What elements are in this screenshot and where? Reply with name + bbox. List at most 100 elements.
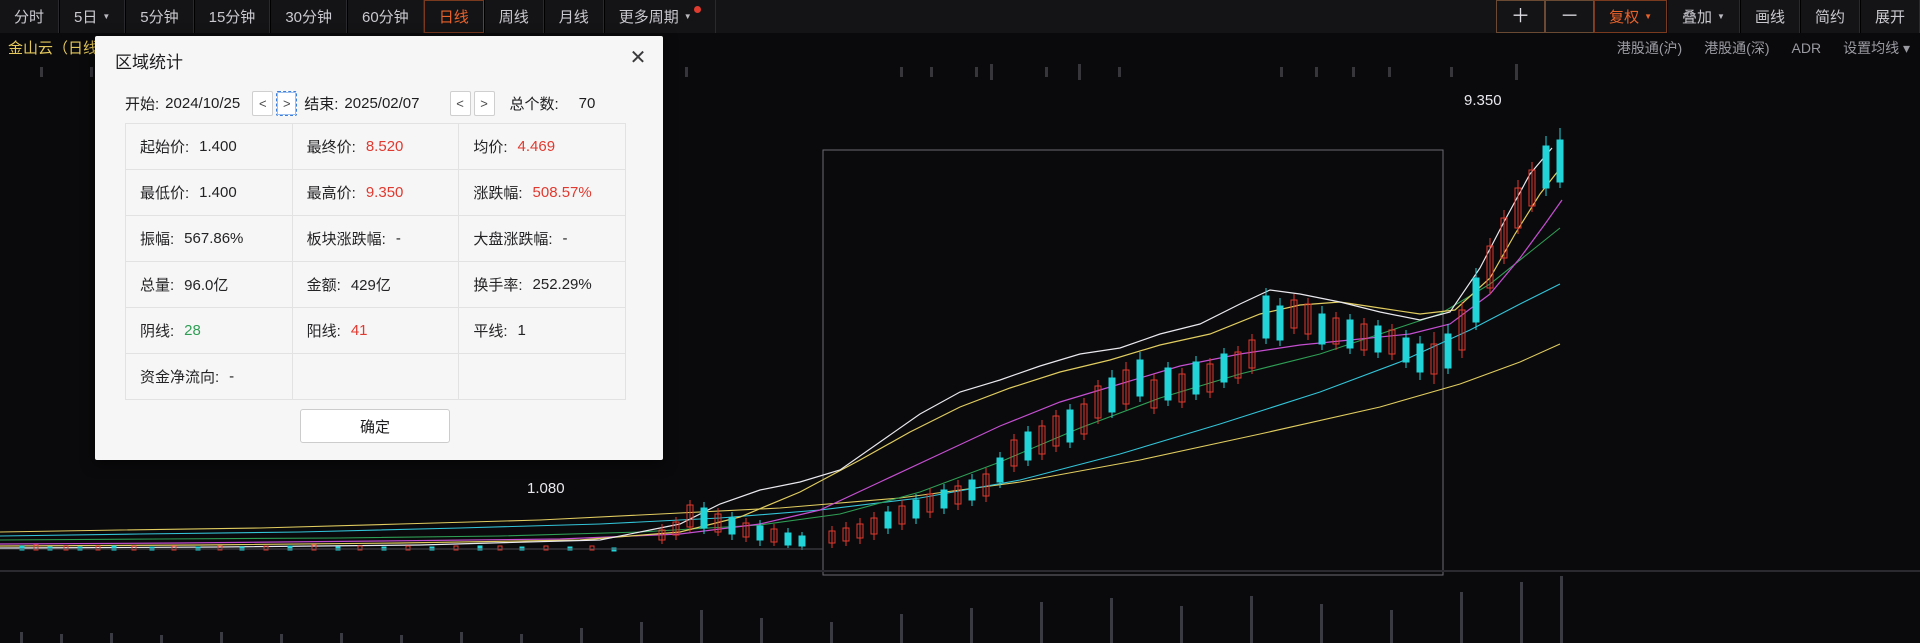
stat-value: 1: [517, 322, 526, 339]
stat-cell-5-0: 资金净流向: -: [126, 354, 293, 399]
stat-cell-5-2: [459, 354, 627, 399]
stat-key: 资金净流向:: [140, 369, 220, 386]
stat-row: 总量: 96.0亿 金额: 429亿 换手率: 252.29%: [126, 262, 627, 308]
stat-cell-0-1: 最终价: 8.520: [293, 124, 460, 169]
stat-cell-5-1: [293, 354, 460, 399]
stock-name-label: 金山云（日线: [8, 40, 99, 57]
end-date-prev-button[interactable]: <: [449, 90, 471, 116]
stat-key: 起始价:: [140, 139, 190, 156]
period-button-1[interactable]: 5日 ▼: [59, 0, 126, 33]
market-link-1[interactable]: 港股通(深): [1704, 38, 1769, 58]
stat-cell-0-0: 起始价: 1.400: [126, 124, 293, 169]
high-price-label: 9.350: [1464, 92, 1502, 109]
pane-divider: [0, 570, 1920, 572]
end-date-value: 2025/02/07: [344, 94, 420, 112]
start-date-next-button[interactable]: >: [276, 90, 298, 116]
stat-row: 阴线: 28 阳线: 41 平线: 1: [126, 308, 627, 354]
stat-cell-2-0: 振幅: 567.86%: [126, 216, 293, 261]
zoom-in-icon: ＋: [1511, 6, 1531, 27]
new-badge-dot: [693, 6, 701, 13]
stat-cell-3-1: 金额: 429亿: [293, 262, 460, 307]
stat-cell-0-2: 均价: 4.469: [459, 124, 627, 169]
period-button-label: 60分钟: [362, 9, 409, 26]
stat-row: 振幅: 567.86% 板块涨跌幅: - 大盘涨跌幅: -: [126, 216, 627, 262]
top-toolbar: 分时 5日 ▼ 5分钟 15分钟 30分钟 60分钟 日线 周线 月线 更多周期 ▼ ＋ － 复权 ▼ 叠加 ▼…: [0, 0, 1920, 34]
period-button-label: 15分钟: [208, 9, 256, 26]
stat-row: 起始价: 1.400 最终价: 8.520 均价: 4.469: [126, 124, 627, 170]
period-button-label: 月线: [558, 9, 589, 26]
market-link-3[interactable]: 设置均线 ▾: [1843, 38, 1910, 58]
stat-key: 振幅:: [140, 231, 175, 248]
statistics-grid: 起始价: 1.400 最终价: 8.520 均价: 4.469 最低价: 1.400 最高价: 9…: [125, 123, 627, 400]
tool-button-label: 展开: [1874, 9, 1905, 26]
stat-cell-2-1: 板块涨跌幅: -: [293, 216, 460, 261]
stat-value: 8.520: [365, 138, 404, 155]
zoom-out-icon: －: [1560, 6, 1580, 27]
tool-button-4[interactable]: 画线: [1739, 0, 1800, 33]
stat-value: 4.469: [517, 138, 556, 155]
close-icon[interactable]: ✕: [625, 44, 651, 70]
tool-button-6[interactable]: 展开: [1859, 0, 1920, 33]
low-price-label: 1.080: [527, 480, 565, 497]
stat-key: 平线:: [473, 323, 508, 340]
period-button-9[interactable]: 更多周期 ▼: [603, 0, 716, 33]
stat-value: 429亿: [350, 277, 391, 294]
tool-button-2[interactable]: 复权 ▼: [1594, 0, 1668, 33]
date-range-row: 开始: 2024/10/25 < > 结束: 2025/02/07 < > 总个…: [125, 88, 647, 118]
tool-button-0[interactable]: ＋: [1496, 0, 1546, 33]
end-date-next-button[interactable]: >: [473, 90, 495, 116]
stat-key: 大盘涨跌幅:: [473, 231, 553, 248]
stat-cell-3-0: 总量: 96.0亿: [126, 262, 293, 307]
stat-cell-3-2: 换手率: 252.29%: [459, 262, 627, 307]
end-date-label: 结束:: [304, 95, 339, 113]
stat-key: 均价:: [473, 139, 508, 156]
stat-value: 567.86%: [184, 230, 244, 247]
stat-value: 41: [350, 322, 368, 339]
confirm-button[interactable]: 确定: [300, 409, 450, 443]
stat-value: 1.400: [199, 184, 237, 201]
period-button-label: 分时: [14, 9, 45, 26]
tool-button-5[interactable]: 简约: [1799, 0, 1860, 33]
period-button-label: 5分钟: [140, 9, 179, 26]
stat-key: 最低价:: [140, 185, 190, 202]
tool-button-label: 画线: [1754, 9, 1785, 26]
period-button-label: 更多周期: [618, 9, 679, 26]
tool-button-label: 简约: [1814, 9, 1845, 26]
period-button-3[interactable]: 15分钟: [193, 0, 271, 33]
period-button-5[interactable]: 60分钟: [347, 0, 424, 33]
stat-cell-2-2: 大盘涨跌幅: -: [459, 216, 627, 261]
stat-key: 最高价:: [306, 185, 356, 202]
market-link-2[interactable]: ADR: [1792, 40, 1822, 56]
market-link-0[interactable]: 港股通(沪): [1617, 38, 1682, 58]
stat-cell-1-2: 涨跌幅: 508.57%: [459, 170, 627, 215]
tool-button-label: 叠加: [1682, 9, 1713, 26]
stat-cell-1-0: 最低价: 1.400: [126, 170, 293, 215]
stat-value: 96.0亿: [184, 277, 229, 294]
period-button-group: 分时 5日 ▼ 5分钟 15分钟 30分钟 60分钟 日线 周线 月线 更多周期 ▼: [0, 0, 716, 33]
period-button-8[interactable]: 月线: [543, 0, 604, 33]
chevron-down-icon: ▼: [1644, 12, 1653, 21]
period-button-label: 30分钟: [285, 9, 332, 26]
tool-button-1[interactable]: －: [1545, 0, 1595, 33]
stat-value: 9.350: [365, 184, 404, 201]
chart-tools-group: ＋ － 复权 ▼ 叠加 ▼ 画线 简约 展开: [1496, 0, 1920, 33]
period-button-label: 5日: [74, 9, 98, 26]
chevron-down-icon: ▼: [1717, 12, 1725, 21]
period-button-0[interactable]: 分时: [0, 0, 60, 33]
period-button-4[interactable]: 30分钟: [270, 0, 347, 33]
stat-cell-4-0: 阴线: 28: [126, 308, 293, 353]
stat-value: 508.57%: [532, 184, 592, 201]
stat-key: 换手率:: [473, 277, 523, 294]
stat-value: -: [562, 230, 568, 247]
stat-value: 28: [184, 322, 201, 339]
period-button-7[interactable]: 周线: [483, 0, 544, 33]
stat-row: 资金净流向: -: [126, 354, 627, 400]
stat-key: 总量:: [140, 277, 175, 294]
dialog-title: 区域统计: [115, 53, 183, 72]
stat-key: 板块涨跌幅:: [306, 231, 386, 248]
tool-button-3[interactable]: 叠加 ▼: [1667, 0, 1740, 33]
chevron-down-icon: ▼: [683, 12, 692, 21]
start-date-prev-button[interactable]: <: [252, 90, 274, 116]
period-button-6[interactable]: 日线: [423, 0, 484, 33]
period-button-2[interactable]: 5分钟: [125, 0, 194, 33]
